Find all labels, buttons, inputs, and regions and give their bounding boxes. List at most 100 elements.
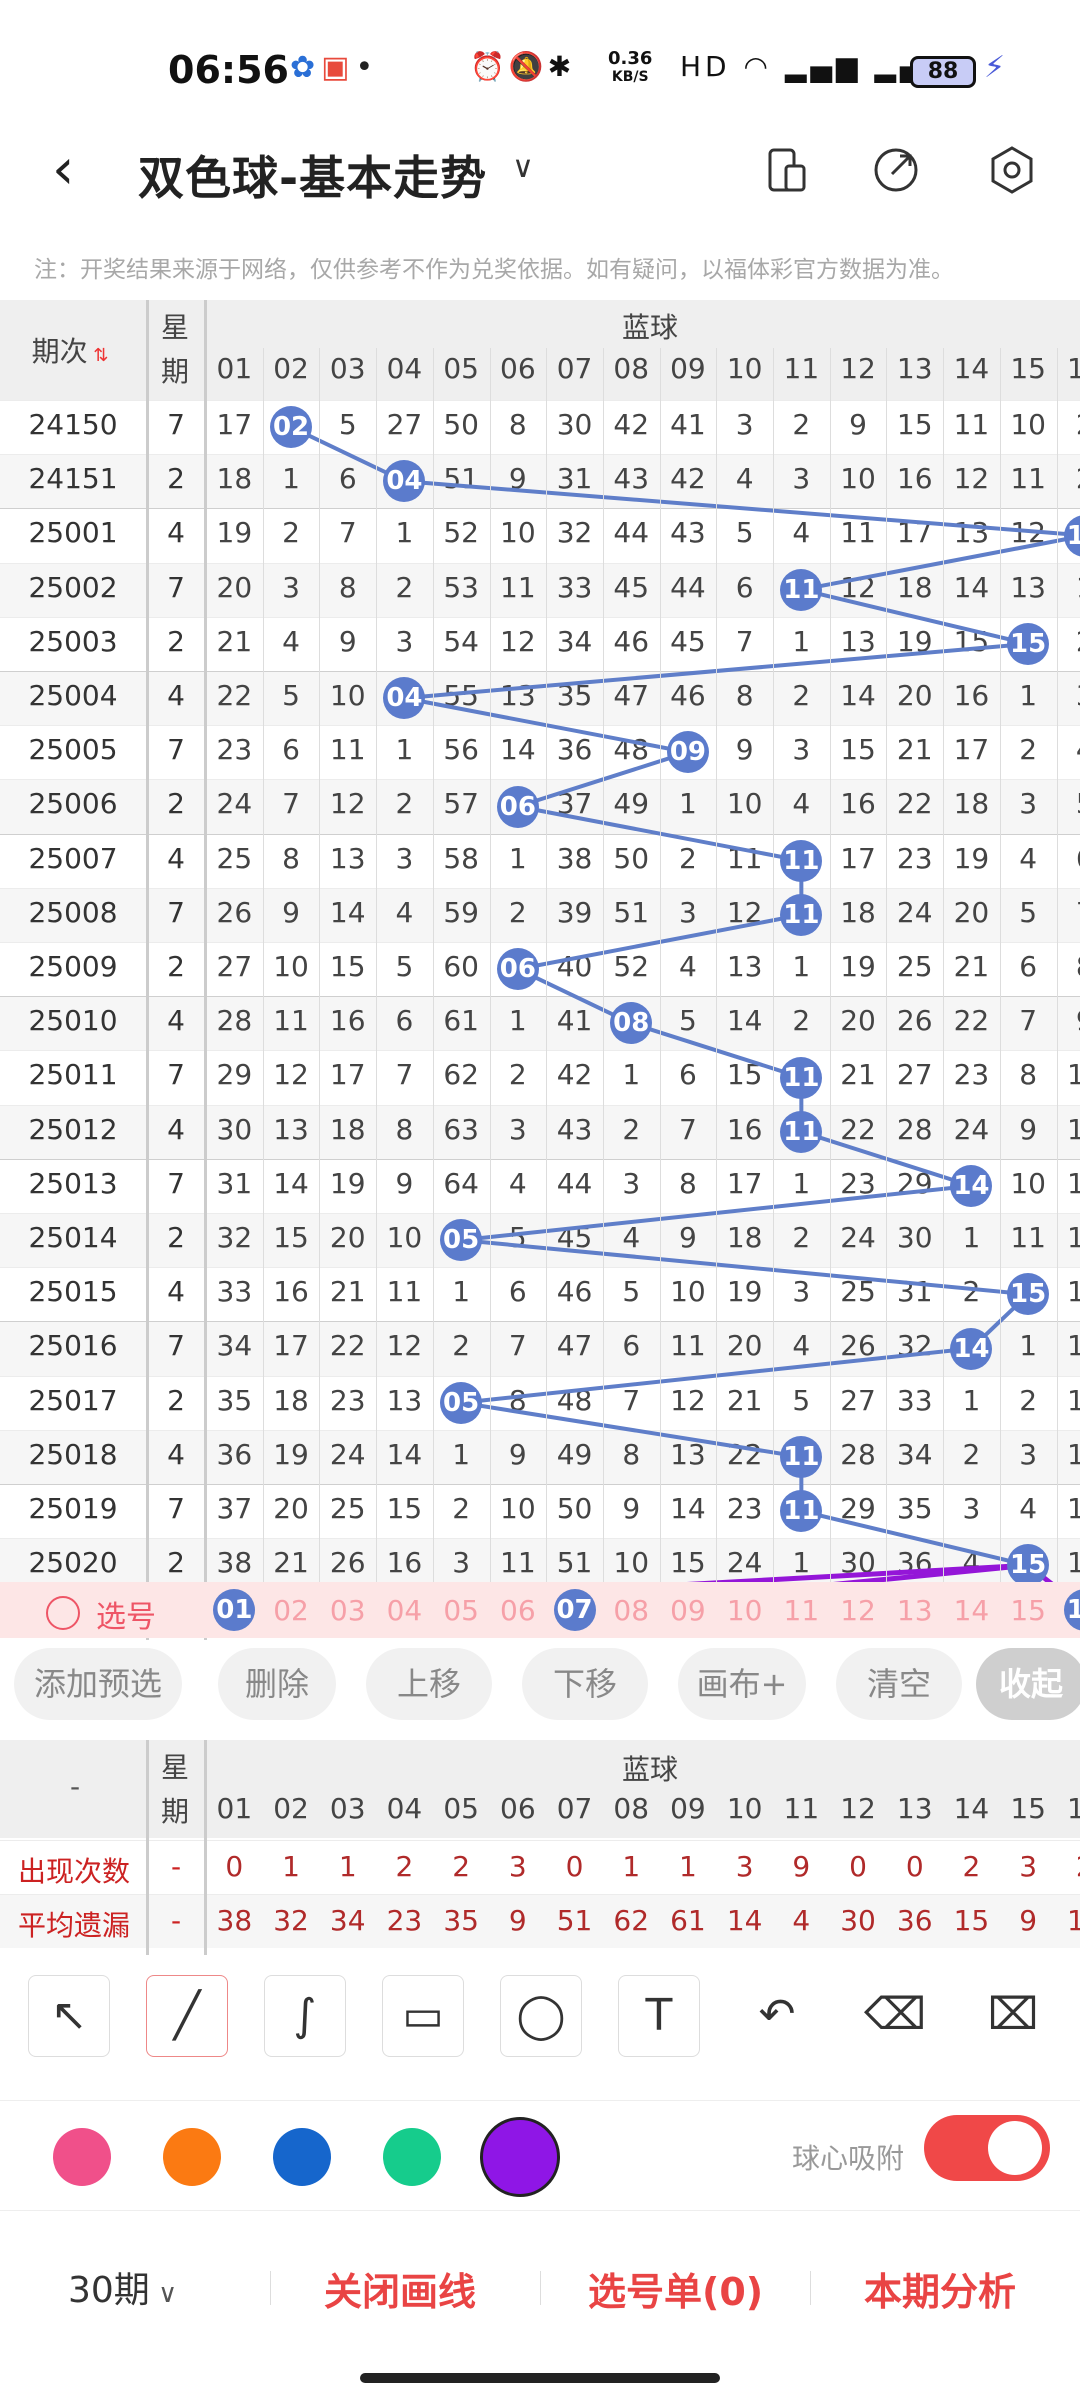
stats-row-label: 出现次数: [17, 1855, 130, 1888]
undo-icon[interactable]: ↶: [736, 1975, 818, 2057]
status-time: 06:56: [168, 48, 289, 92]
hit-ball[interactable]: 05: [440, 1381, 483, 1424]
selection-number[interactable]: 14: [943, 1594, 1000, 1627]
select-list-button[interactable]: 选号单(0): [588, 2261, 763, 2316]
hit-ball[interactable]: 11: [780, 893, 823, 936]
stats-value: 1: [282, 1850, 300, 1883]
stats-number-header: 10: [726, 1792, 763, 1825]
hit-ball[interactable]: 15: [1007, 1544, 1050, 1587]
stats-value: 32: [273, 1904, 309, 1937]
period-selector[interactable]: 30期 ∨: [68, 2261, 177, 2313]
grid-vline: [716, 348, 718, 1588]
mute-icon: 🔕: [508, 50, 548, 83]
selection-number[interactable]: 03: [319, 1594, 376, 1627]
radio-circle-icon[interactable]: [46, 1596, 80, 1630]
stats-number-header: 14: [953, 1792, 990, 1825]
color-swatch[interactable]: [163, 2128, 221, 2186]
hit-ball[interactable]: 14: [950, 1327, 993, 1370]
hit-ball[interactable]: 09: [666, 731, 709, 774]
stats-number-header: 03: [329, 1792, 366, 1825]
grid-vline: [432, 348, 434, 1588]
selection-number[interactable]: 08: [603, 1594, 660, 1627]
settings-icon[interactable]: [982, 140, 1042, 200]
hit-ball[interactable]: 15: [1007, 1273, 1050, 1316]
hit-ball[interactable]: 11: [780, 1435, 823, 1478]
notification-icons: ✿▣•: [290, 50, 379, 85]
hit-ball[interactable]: 04: [383, 677, 426, 720]
selected-ball[interactable]: 01: [213, 1589, 256, 1631]
stats-number-header: 12: [840, 1792, 876, 1825]
arrow-icon[interactable]: ↖: [28, 1975, 110, 2057]
hit-ball[interactable]: 15: [1007, 622, 1050, 665]
color-swatch[interactable]: [480, 2117, 560, 2197]
device-icon[interactable]: [756, 140, 816, 200]
hit-ball[interactable]: 14: [950, 1164, 993, 1207]
hit-ball[interactable]: 11: [780, 1056, 823, 1099]
selection-number[interactable]: 05: [433, 1594, 490, 1627]
color-swatch[interactable]: [53, 2128, 111, 2186]
hit-ball[interactable]: 05: [440, 1219, 483, 1262]
hit-ball[interactable]: 04: [383, 460, 426, 503]
stats-corner: -: [69, 1770, 81, 1803]
grid-vline: [943, 348, 945, 1588]
selection-row[interactable]: 选号 01020304050607080910111213141516: [0, 1582, 1080, 1638]
circle-icon[interactable]: ◯: [500, 1975, 582, 2057]
network-speed: 0.36 KB/S: [608, 48, 653, 86]
stats-week-header: 星期: [160, 1751, 189, 1828]
hit-ball[interactable]: 16: [1063, 514, 1080, 557]
hit-ball[interactable]: 11: [780, 568, 823, 611]
hit-ball[interactable]: 06: [496, 785, 539, 828]
line-icon[interactable]: ╱: [146, 1975, 228, 2057]
action-button-5[interactable]: 清空: [836, 1648, 962, 1720]
hit-ball[interactable]: 11: [780, 1490, 823, 1533]
home-indicator: [360, 2373, 720, 2383]
selection-number[interactable]: 10: [716, 1594, 773, 1627]
hit-ball[interactable]: 06: [496, 948, 539, 991]
back-icon[interactable]: ‹: [52, 140, 74, 200]
selection-number[interactable]: 13: [886, 1594, 943, 1627]
curve-icon[interactable]: ∫: [264, 1975, 346, 2057]
analysis-button[interactable]: 本期分析: [864, 2261, 1016, 2316]
selection-number[interactable]: 15: [1000, 1594, 1057, 1627]
week-divider: [146, 300, 149, 1640]
action-button-3[interactable]: 下移: [522, 1648, 648, 1720]
selection-number[interactable]: 12: [830, 1594, 887, 1627]
selection-number[interactable]: 02: [263, 1594, 320, 1627]
stats-number-header: 05: [443, 1792, 479, 1825]
action-button-0[interactable]: 添加预选: [14, 1648, 182, 1720]
stats-value: 18: [1067, 1904, 1080, 1937]
selection-number[interactable]: 11: [773, 1594, 830, 1627]
action-button-4[interactable]: 画布+: [678, 1648, 806, 1720]
stats-value: 2: [962, 1850, 981, 1883]
selected-ball[interactable]: 16: [1063, 1589, 1080, 1631]
hit-ball[interactable]: 08: [610, 1002, 653, 1045]
collapse-button[interactable]: 收起: [976, 1648, 1080, 1720]
action-button-1[interactable]: 删除: [218, 1648, 336, 1720]
stats-row-label: 平均遗漏: [17, 1909, 130, 1942]
close-line-button[interactable]: 关闭画线: [324, 2261, 476, 2316]
share-icon[interactable]: [866, 140, 926, 200]
selected-ball[interactable]: 07: [553, 1589, 596, 1631]
clear-icon[interactable]: ⌧: [972, 1975, 1054, 2057]
selection-number[interactable]: 09: [660, 1594, 717, 1627]
color-swatch[interactable]: [273, 2128, 331, 2186]
grid-vline: [489, 348, 491, 1588]
page-title[interactable]: 双色球-基本走势: [138, 142, 487, 208]
action-button-2[interactable]: 上移: [366, 1648, 492, 1720]
rect-icon[interactable]: ▭: [382, 1975, 464, 2057]
text-icon[interactable]: T: [618, 1975, 700, 2057]
hit-ball[interactable]: 11: [780, 1110, 823, 1153]
selection-number[interactable]: 06: [490, 1594, 547, 1627]
chevron-down-icon[interactable]: ∨: [512, 150, 534, 185]
color-swatch[interactable]: [383, 2128, 441, 2186]
stats-value: 36: [896, 1904, 933, 1937]
stats-value: 15: [953, 1904, 990, 1937]
toggle-knob: [988, 2121, 1042, 2175]
eraser-icon[interactable]: ⌫: [854, 1975, 936, 2057]
stats-value: 35: [443, 1904, 479, 1937]
stats-number-header: 04: [386, 1792, 423, 1825]
selection-number[interactable]: 04: [376, 1594, 433, 1627]
snap-toggle[interactable]: [924, 2115, 1050, 2181]
hit-ball[interactable]: 02: [270, 406, 313, 449]
hit-ball[interactable]: 11: [780, 839, 823, 882]
